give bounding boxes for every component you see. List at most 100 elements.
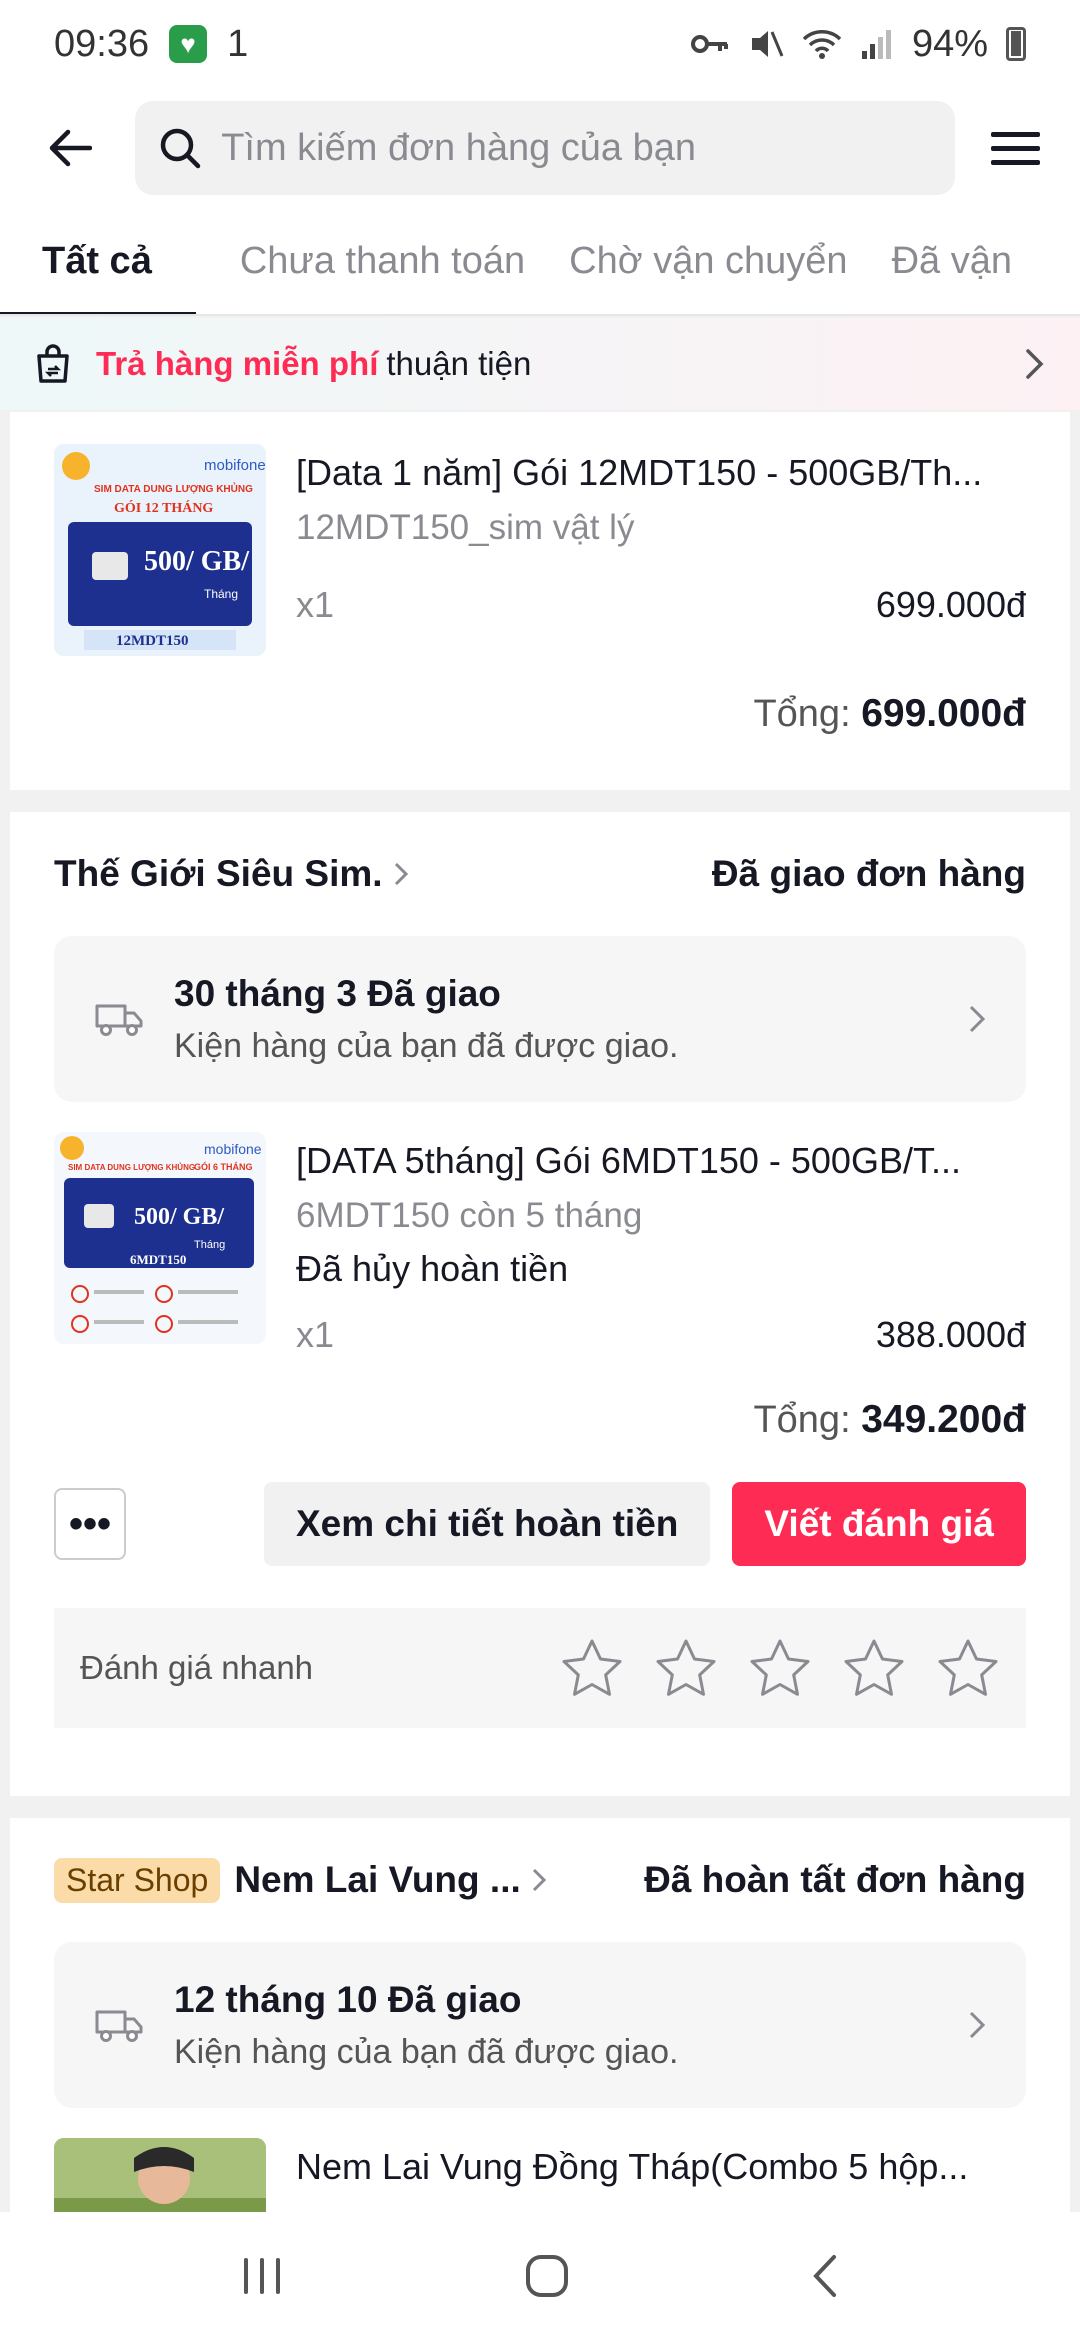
product-qty: x1 (296, 1314, 335, 1355)
free-return-banner[interactable]: Trả hàng miễn phí thuận tiện (0, 318, 1080, 410)
product-row[interactable]: Nem Lai Vung Đồng Tháp(Combo 5 hộp... (10, 2138, 1070, 2212)
chevron-right-icon (1026, 349, 1044, 379)
product-title[interactable]: [Data 1 năm] Gói 12MDT150 - 500GB/Th... (296, 452, 1026, 494)
star-icon[interactable] (842, 1637, 906, 1699)
back-nav-icon[interactable] (810, 2253, 840, 2299)
wifi-icon (802, 30, 842, 59)
product-title[interactable]: Nem Lai Vung Đồng Tháp(Combo 5 hộp... (296, 2146, 1026, 2188)
order-card: Star Shop Nem Lai Vung ... Đã hoàn tất đ… (10, 1818, 1070, 2212)
refund-status: Đã hủy hoàn tiền (296, 1248, 569, 1289)
quick-rating: Đánh giá nhanh (54, 1608, 1026, 1728)
star-icon[interactable] (936, 1637, 1000, 1699)
delivery-info[interactable]: 30 tháng 3 Đã giao Kiện hàng của bạn đã … (54, 936, 1026, 1102)
order-card: Thế Giới Siêu Sim. Đã giao đơn hàng 30 t… (10, 812, 1070, 1796)
shop-header: Star Shop Nem Lai Vung ... Đã hoàn tất đ… (10, 1850, 1070, 1910)
product-thumbnail[interactable]: mobifone SIM DATA DUNG LƯỢNG KHỦNG GÓI 6… (54, 1132, 266, 1344)
more-options-button[interactable]: ••• (54, 1488, 126, 1560)
chevron-right-icon (394, 862, 408, 886)
menu-icon-bar (990, 159, 1040, 165)
thumb-period: Tháng (194, 1239, 225, 1251)
menu-icon-bar (990, 145, 1040, 151)
thumb-banner: SIM DATA DUNG LƯỢNG KHỦNG (68, 1163, 195, 1172)
signal-icon (861, 30, 891, 59)
search-input[interactable] (221, 126, 922, 170)
write-review-button[interactable]: Viết đánh giá (732, 1482, 1026, 1566)
chevron-right-icon (532, 1868, 546, 1892)
system-nav-bar (0, 2212, 1080, 2340)
product-row[interactable]: mobifone SIM DATA DUNG LƯỢNG KHỦNG GÓI 1… (10, 412, 1070, 656)
thumb-brand: mobifone (204, 1141, 262, 1157)
recent-apps-icon[interactable] (240, 2256, 284, 2296)
truck-icon (95, 1004, 143, 1036)
order-tabs: Tất cả Chưa thanh toán Chờ vận chuyển Đã… (0, 208, 1080, 316)
thumb-period: Tháng (204, 587, 238, 601)
product-title[interactable]: [DATA 5tháng] Gói 6MDT150 - 500GB/T... (296, 1140, 1026, 1182)
truck-icon (95, 2010, 143, 2042)
thumb-brand: mobifone (204, 457, 266, 474)
notification-count: 1 (227, 22, 249, 65)
product-price: 699.000đ (875, 584, 1026, 625)
tab-to-ship[interactable]: Chờ vận chuyển (569, 208, 847, 314)
product-qty: x1 (296, 584, 335, 625)
product-price: 388.000đ (875, 1314, 1026, 1355)
home-icon[interactable] (524, 2253, 570, 2299)
app-notification-icon: ♥ (169, 25, 208, 63)
product-thumbnail[interactable]: mobifone SIM DATA DUNG LƯỢNG KHỦNG GÓI 1… (54, 444, 266, 656)
arrow-left-icon (49, 129, 92, 167)
tab-shipped[interactable]: Đã vận (892, 208, 1012, 314)
thumb-gb: 500/ GB/ (134, 1204, 224, 1230)
star-icon[interactable] (748, 1637, 812, 1699)
shop-name[interactable]: Thế Giới Siêu Sim. (54, 853, 383, 895)
search-icon (160, 128, 201, 169)
star-icon[interactable] (654, 1637, 718, 1699)
banner-text: thuận tiện (386, 345, 532, 382)
back-button[interactable] (40, 118, 99, 178)
battery-percent: 94% (911, 22, 988, 65)
status-time: 09:36 (54, 22, 150, 65)
search-box[interactable] (135, 101, 955, 195)
product-thumbnail[interactable] (54, 2138, 266, 2212)
total-label: Tổng: (753, 1399, 851, 1441)
total-label: Tổng: (753, 693, 851, 735)
order-status: Đã hoàn tất đơn hàng (644, 1859, 1026, 1900)
delivery-info[interactable]: 12 tháng 10 Đã giao Kiện hàng của bạn đã… (54, 1942, 1026, 2108)
delivery-title: 30 tháng 3 Đã giao (174, 972, 501, 1014)
battery-icon (1006, 27, 1026, 61)
delivery-subtitle: Kiện hàng của bạn đã được giao. (174, 2032, 679, 2071)
thumb-code: 6MDT150 (130, 1252, 186, 1267)
thumb-banner: SIM DATA DUNG LƯỢNG KHỦNG (94, 482, 253, 495)
order-status: Đã giao đơn hàng (711, 853, 1026, 894)
mute-icon (751, 31, 784, 57)
delivery-subtitle: Kiện hàng của bạn đã được giao. (174, 1026, 679, 1065)
order-total: Tổng: 699.000đ (10, 692, 1070, 736)
star-shop-badge: Star Shop (54, 1857, 221, 1903)
shop-name[interactable]: Nem Lai Vung ... (234, 1859, 520, 1901)
header (0, 88, 1080, 208)
total-value: 349.200đ (861, 1398, 1026, 1441)
shop-header: Thế Giới Siêu Sim. Đã giao đơn hàng (10, 844, 1070, 904)
key-icon (690, 35, 728, 53)
order-card: mobifone SIM DATA DUNG LƯỢNG KHỦNG GÓI 1… (10, 412, 1070, 790)
return-bag-icon (37, 344, 69, 383)
chevron-right-icon (969, 2011, 986, 2039)
total-value: 699.000đ (861, 692, 1026, 735)
star-icon[interactable] (560, 1637, 624, 1699)
refund-details-button[interactable]: Xem chi tiết hoàn tiền (264, 1482, 711, 1566)
delivery-title: 12 tháng 10 Đã giao (174, 1978, 522, 2020)
tab-unpaid[interactable]: Chưa thanh toán (240, 208, 525, 314)
product-variant: 12MDT150_sim vật lý (296, 508, 635, 547)
menu-button[interactable] (990, 123, 1040, 173)
thumb-plan: GÓI 6 THÁNG (194, 1161, 253, 1172)
menu-icon-bar (990, 131, 1040, 137)
thumb-code: 12MDT150 (116, 633, 189, 649)
order-actions: ••• Xem chi tiết hoàn tiền Viết đánh giá (10, 1482, 1070, 1566)
quick-rating-label: Đánh giá nhanh (80, 1649, 314, 1686)
status-bar: 09:36 ♥ 1 94% (0, 0, 1080, 88)
product-variant: 6MDT150 còn 5 tháng (296, 1196, 643, 1235)
tab-all[interactable]: Tất cả (0, 208, 196, 314)
order-total: Tổng: 349.200đ (10, 1398, 1070, 1442)
thumb-plan: GÓI 12 THÁNG (114, 499, 213, 516)
banner-accent-text: Trả hàng miễn phí (96, 345, 379, 382)
product-row[interactable]: mobifone SIM DATA DUNG LƯỢNG KHỦNG GÓI 6… (10, 1132, 1070, 1356)
chevron-right-icon (969, 1005, 986, 1033)
